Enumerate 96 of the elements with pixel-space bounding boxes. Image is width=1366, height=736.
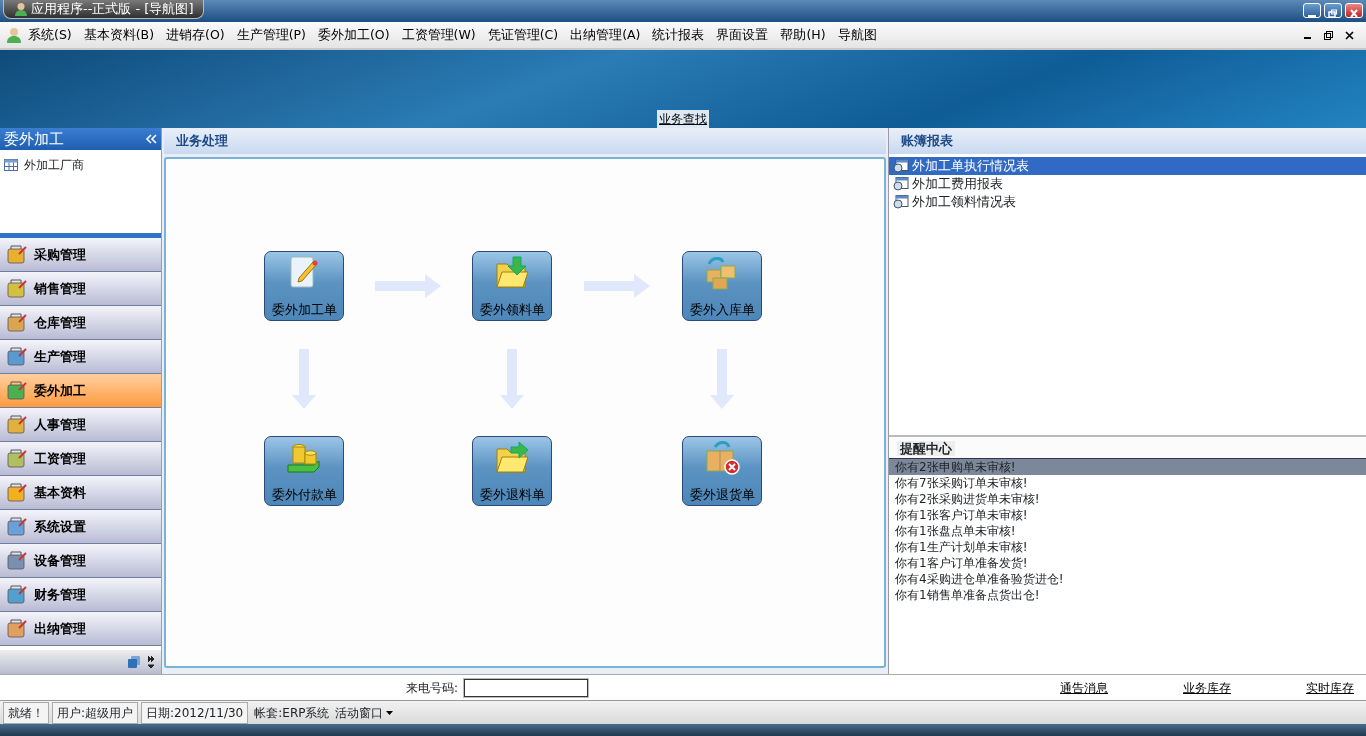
window-dropdown[interactable]: 活动窗口 <box>335 703 394 722</box>
flow-arrow <box>289 346 319 411</box>
window-title: 应用程序--正式版 - [导航图] <box>31 0 194 19</box>
restore-button[interactable] <box>1324 3 1342 18</box>
reminder-item[interactable]: 你有1生产计划单未审核! <box>889 539 1366 555</box>
footer-link[interactable]: 业务库存 <box>1183 678 1231 697</box>
module-icon <box>6 311 28 334</box>
flow-arrow <box>497 346 527 411</box>
menu-item[interactable]: 进销存(O) <box>160 23 231 47</box>
module-button[interactable]: 销售管理 <box>0 272 161 306</box>
module-icon <box>6 277 28 300</box>
menu-item[interactable]: 工资管理(W) <box>395 23 482 47</box>
workflow-button[interactable]: 委外入库单 <box>682 251 762 321</box>
menu-item[interactable]: 基本资料(B) <box>77 23 161 47</box>
reminder-title: 提醒中心 <box>897 441 955 456</box>
status-text: 帐套:ERP系统 <box>253 704 331 722</box>
module-button[interactable]: 设备管理 <box>0 544 161 578</box>
module-button[interactable]: 工资管理 <box>0 442 161 476</box>
box-cancel-icon <box>703 439 741 475</box>
reminder-item[interactable]: 你有1销售单准备点货出仓! <box>889 587 1366 603</box>
minimize-button[interactable] <box>1303 3 1321 18</box>
menu-item[interactable]: 界面设置 <box>710 23 775 47</box>
restore-icon[interactable] <box>1324 30 1333 40</box>
module-icon <box>6 447 28 470</box>
report-item[interactable]: 外加工单执行情况表 <box>889 157 1366 175</box>
menu-item[interactable]: 凭证管理(C) <box>481 23 565 47</box>
panel-header: 账簿报表 <box>889 128 1366 154</box>
expand-icon[interactable] <box>147 655 155 669</box>
reminder-item[interactable]: 你有2张申购单未审核! <box>889 459 1366 475</box>
report-icon <box>893 195 909 209</box>
user-icon <box>6 27 22 43</box>
module-button[interactable]: 财务管理 <box>0 578 161 612</box>
workflow-button[interactable]: 委外退料单 <box>472 436 552 506</box>
menu-item[interactable]: 出纳管理(A) <box>564 23 647 47</box>
tree-item[interactable]: 外加工厂商 <box>4 156 157 174</box>
workflow-button[interactable]: 委外付款单 <box>264 436 344 506</box>
sidebar-title: 委外加工 <box>4 128 64 150</box>
module-icon <box>6 583 28 606</box>
phone-field[interactable] <box>464 678 589 697</box>
close-icon[interactable] <box>1345 30 1354 40</box>
flow-arrow <box>373 271 443 301</box>
user-icon <box>14 2 28 16</box>
workflow-button[interactable]: 委外领料单 <box>472 251 552 321</box>
module-button[interactable]: 出纳管理 <box>0 612 161 646</box>
reminder-item[interactable]: 你有1张盘点单未审核! <box>889 523 1366 539</box>
flow-arrow <box>582 271 652 301</box>
menu-item[interactable]: 帮助(H) <box>774 23 832 47</box>
report-icon <box>893 159 909 173</box>
menu-item[interactable]: 委外加工(O) <box>311 23 396 47</box>
folder-arrow-icon <box>493 254 531 290</box>
workflow-button[interactable]: 委外加工单 <box>264 251 344 321</box>
menu-item[interactable]: 系统(S) <box>22 23 78 47</box>
windows-icon[interactable] <box>127 655 141 669</box>
menu-item[interactable]: 统计报表 <box>646 23 711 47</box>
caret-icon <box>386 710 394 715</box>
search-link[interactable]: 业务查找 <box>657 110 709 128</box>
module-icon <box>6 345 28 368</box>
module-button[interactable]: 采购管理 <box>0 238 161 272</box>
menu-item[interactable]: 导航图 <box>831 23 883 47</box>
footer-link[interactable]: 通告消息 <box>1060 678 1108 697</box>
reminder-item[interactable]: 你有4采购进仓单准备验货进仓! <box>889 571 1366 587</box>
module-icon <box>6 515 28 538</box>
close-button[interactable] <box>1345 3 1363 18</box>
footer-link[interactable]: 实时库存 <box>1306 678 1354 697</box>
table-icon <box>4 159 18 171</box>
reminder-item[interactable]: 你有1张客户订单未审核! <box>889 507 1366 523</box>
status-text: 日期:2012/11/30 <box>141 701 249 724</box>
module-button[interactable]: 生产管理 <box>0 340 161 374</box>
module-icon <box>6 617 28 640</box>
module-button[interactable]: 委外加工 <box>0 374 161 408</box>
workflow-button[interactable]: 委外退货单 <box>682 436 762 506</box>
module-button[interactable]: 系统设置 <box>0 510 161 544</box>
module-icon <box>6 549 28 572</box>
restore-icon <box>1328 9 1338 18</box>
reminder-item[interactable]: 你有1客户订单准备发货! <box>889 555 1366 571</box>
collapse-icon[interactable] <box>145 134 157 144</box>
reminder-item[interactable]: 你有2张采购进货单未审核! <box>889 491 1366 507</box>
report-item[interactable]: 外加工领料情况表 <box>889 193 1366 211</box>
module-button[interactable]: 仓库管理 <box>0 306 161 340</box>
folder-arrow-icon <box>493 439 531 475</box>
report-item[interactable]: 外加工费用报表 <box>889 175 1366 193</box>
menu-item[interactable]: 生产管理(P) <box>230 23 312 47</box>
status-text: 就绪！ <box>3 701 49 724</box>
flow-arrow <box>707 346 737 411</box>
reminder-item[interactable]: 你有7张采购订单未审核! <box>889 475 1366 491</box>
close-icon <box>1349 9 1359 18</box>
report-icon <box>893 177 909 191</box>
splitter-handle[interactable] <box>0 233 161 238</box>
module-icon <box>6 243 28 266</box>
module-icon <box>6 481 28 504</box>
module-button[interactable]: 人事管理 <box>0 408 161 442</box>
status-text: 用户:超级用户 <box>52 701 139 724</box>
module-button[interactable]: 基本资料 <box>0 476 161 510</box>
phone-label: 来电号码: <box>406 679 459 697</box>
module-icon <box>6 413 28 436</box>
module-icon <box>6 379 28 402</box>
